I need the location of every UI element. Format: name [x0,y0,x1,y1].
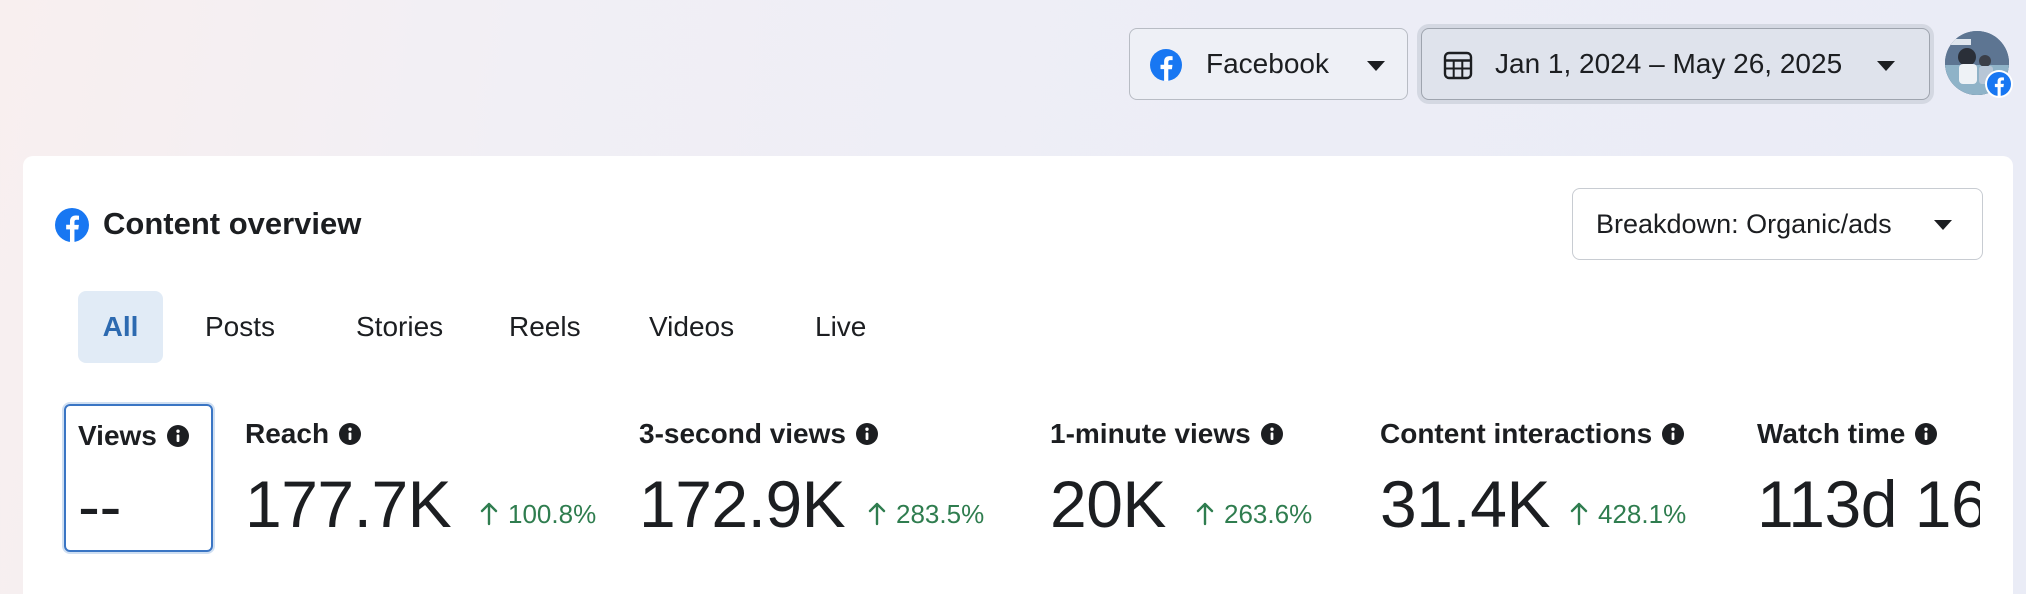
metric-value: -- [78,469,121,543]
metric-change: 100.8% [480,499,596,530]
content-overview-card: Content overview Breakdown: Organic/ads … [23,156,2013,594]
breakdown-label: Breakdown: Organic/ads [1596,209,1892,239]
tab-live[interactable]: Live [815,291,866,363]
metric-views[interactable]: Views -- [64,404,213,552]
metric-1-minute-views[interactable]: 1-minute views 20K 263.6% [1050,404,1380,552]
metric-change-value: 428.1% [1598,499,1687,529]
date-range-dropdown[interactable]: Jan 1, 2024 – May 26, 2025 [1421,28,1930,100]
metric-3-second-views[interactable]: 3-second views 172.9K 283.5% [639,404,1039,552]
metric-reach[interactable]: Reach 177.7K 100.8% [245,404,625,552]
info-icon[interactable] [1915,423,1938,445]
content-tabs: All Posts Stories Reels Videos Live [55,291,955,363]
date-range-label: Jan 1, 2024 – May 26, 2025 [1495,48,1843,79]
metric-value: 113d 16h [1757,467,1980,541]
arrow-up-icon [1196,502,1214,526]
info-icon[interactable] [855,423,878,445]
info-icon[interactable] [1662,423,1685,445]
metric-value: 31.4K [1380,467,1550,541]
tab-reels[interactable]: Reels [509,291,581,363]
breakdown-dropdown[interactable]: Breakdown: Organic/ads [1572,188,1983,260]
top-bar: Facebook Jan 1, 2024 – May 26, 2025 [0,28,2026,100]
metric-label-text: Views [78,420,157,451]
facebook-icon [1150,49,1182,81]
metric-label-text: 3-second views [639,418,846,449]
facebook-icon [55,208,89,242]
metric-watch-time[interactable]: Watch time 113d 16h [1757,404,1980,552]
metric-value: 172.9K [639,467,846,541]
metric-change: 263.6% [1196,499,1312,530]
facebook-icon [1987,72,2011,96]
metric-label: Views [78,420,189,452]
chevron-down-icon [1367,61,1385,71]
arrow-up-icon [480,502,498,526]
platform-label: Facebook [1206,48,1329,79]
tab-videos[interactable]: Videos [649,291,734,363]
metric-change: 428.1% [1570,499,1686,530]
metric-label: Reach [245,418,362,450]
arrow-up-icon [1570,502,1588,526]
metric-label: 3-second views [639,418,878,450]
info-icon[interactable] [166,425,189,447]
arrow-up-icon [868,502,886,526]
metric-label: Watch time [1757,418,1938,450]
avatar-badge [1985,70,2013,98]
metric-label-text: Content interactions [1380,418,1653,449]
card-title: Content overview [103,206,362,241]
metric-change-value: 283.5% [896,499,985,529]
metric-value: 177.7K [245,467,452,541]
metric-change-value: 100.8% [508,499,597,529]
metric-change-value: 263.6% [1224,499,1313,529]
chevron-down-icon [1934,220,1952,230]
tab-posts[interactable]: Posts [205,291,275,363]
metric-label-text: Reach [245,418,330,449]
platform-dropdown[interactable]: Facebook [1129,28,1408,100]
metric-value: 20K [1050,467,1166,541]
metric-content-interactions[interactable]: Content interactions 31.4K 428.1% [1380,404,1740,552]
chevron-down-icon [1877,61,1895,71]
info-icon[interactable] [1260,423,1283,445]
calendar-icon [1443,51,1473,80]
metric-change: 283.5% [868,499,984,530]
metric-label: Content interactions [1380,418,1685,450]
tab-all[interactable]: All [78,291,163,363]
metric-label-text: 1-minute views [1050,418,1251,449]
info-icon[interactable] [339,423,362,445]
tab-stories[interactable]: Stories [356,291,443,363]
metric-label-text: Watch time [1757,418,1906,449]
metric-label: 1-minute views [1050,418,1283,450]
